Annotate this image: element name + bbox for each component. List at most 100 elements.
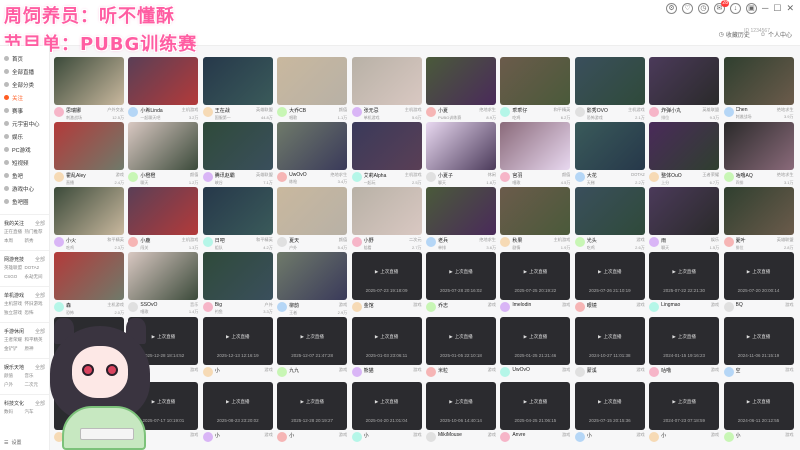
avatar[interactable] [351, 302, 362, 312]
stream-card[interactable]: 王在战 英雄联盟 国服第一 44.8万 [202, 57, 273, 122]
stream-card[interactable]: 老兵 绝地求生 单排 3.6万 [425, 187, 496, 252]
stream-card[interactable]: UwOvO 绝地求生 练枪 3.4万 [277, 122, 348, 187]
avatar[interactable] [649, 237, 660, 247]
stream-thumbnail[interactable]: ▶ 上次直播 2025-07-26 21:10:19 [574, 252, 645, 300]
gift-icon[interactable]: ▣ [745, 3, 757, 14]
streamer-name[interactable]: 米粒 [438, 367, 448, 374]
streamer-name[interactable]: 金馆 [364, 302, 374, 309]
sidebar-group-more[interactable]: 全部 [35, 292, 45, 299]
stream-thumbnail[interactable] [649, 122, 720, 170]
avatar[interactable] [202, 237, 213, 247]
streamer-name[interactable]: 乖乖仔 [512, 107, 527, 114]
avatar[interactable] [202, 432, 213, 442]
sidebar-subitem[interactable]: 怀旧游戏 [25, 301, 46, 307]
avatar[interactable] [649, 367, 660, 377]
stream-thumbnail[interactable]: ▶ 上次直播 2025-12-28 20:19:27 [277, 382, 348, 430]
message-icon[interactable]: ✉ 28 [713, 0, 729, 14]
streamer-name[interactable]: 夏天 [289, 237, 299, 244]
stream-thumbnail[interactable]: ▶ 上次直播 2024-01-15 19:16:23 [649, 317, 720, 365]
streamer-name[interactable]: 小火 [66, 237, 76, 244]
stream-card[interactable]: 腾讯赵霸 英雄联盟 峡谷 7.1万 [202, 122, 273, 187]
stream-card[interactable]: 炸弹小丸 英雄联盟 排位 9.3万 [649, 57, 720, 122]
stream-card[interactable]: ▶ 上次直播 2025-07-23 19:18:09 金馆 游戏 [351, 252, 422, 317]
avatar[interactable] [500, 237, 511, 247]
avatar[interactable] [54, 172, 64, 182]
streamer-name[interactable]: Lingmao [661, 302, 680, 308]
sidebar-group-header[interactable]: 单机游戏 全部 [0, 290, 49, 301]
streamer-name[interactable]: 小 [587, 432, 592, 439]
streamer-name[interactable]: MikiMouse [438, 432, 462, 438]
stream-thumbnail[interactable]: ▶ 上次直播 2025-07-25 20:19:22 [500, 252, 571, 300]
avatar[interactable] [351, 367, 362, 377]
streamer-name[interactable]: 宫羽 [512, 172, 522, 179]
avatar[interactable] [351, 237, 362, 247]
stream-card[interactable]: ▶ 上次直播 2025-01-05 22:10:18 米粒 游戏 [425, 317, 496, 382]
streamer-name[interactable]: 光头 [587, 237, 597, 244]
stream-card[interactable]: ▶ 上次直播 2024-06-11 20:12:55 小 游戏 [723, 382, 794, 447]
streamer-name[interactable]: 影秀OVO [587, 107, 608, 114]
streamer-name[interactable]: 秋果 [512, 237, 522, 244]
avatar[interactable] [351, 107, 362, 117]
streamer-name[interactable]: 小 [289, 432, 294, 439]
sidebar-item[interactable]: 娱乐 [0, 130, 49, 143]
stream-thumbnail[interactable]: ▶ 上次直播 2025-12-13 12:16:19 [202, 317, 273, 365]
sidebar-subitem[interactable]: 颜值 [4, 373, 25, 379]
history-link[interactable]: ◷ 收藏历史 [719, 30, 750, 39]
streamer-name[interactable]: 日吧 [215, 237, 225, 244]
avatar[interactable] [277, 302, 288, 312]
stream-thumbnail[interactable] [500, 57, 571, 105]
stream-thumbnail[interactable] [574, 57, 645, 105]
stream-thumbnail[interactable] [425, 187, 496, 235]
streamer-name[interactable]: 小希Linda [140, 107, 162, 114]
streamer-name[interactable]: 柳韵 [289, 302, 299, 309]
sidebar-subitem[interactable]: 王者荣耀 [4, 337, 25, 343]
stream-thumbnail[interactable]: ▶ 上次直播 2025-04-20 21:01:04 [351, 382, 422, 430]
stream-thumbnail[interactable] [723, 187, 794, 235]
avatar[interactable] [649, 432, 660, 442]
stream-card[interactable]: ▶ 上次直播 2024-01-15 19:16:23 咕噜 游戏 [649, 317, 720, 382]
stream-card[interactable]: Chen 绝地求生 刺激战场 3.9万 [723, 57, 794, 122]
streamer-name[interactable]: BQ [736, 302, 743, 308]
avatar[interactable] [128, 172, 139, 182]
streamer-name[interactable]: UwOvO [289, 172, 307, 178]
avatar[interactable] [425, 432, 436, 442]
avatar[interactable] [277, 107, 288, 117]
sidebar-subitem[interactable]: 新秀 [25, 238, 46, 244]
streamer-name[interactable]: Big [215, 302, 222, 308]
stream-thumbnail[interactable] [54, 57, 124, 105]
stream-thumbnail[interactable] [425, 122, 496, 170]
streamer-name[interactable]: 小夏子 [438, 172, 453, 179]
streamer-name[interactable]: 乔志 [438, 302, 448, 309]
stream-card[interactable]: 秋果 主机游戏 剧情 1.9万 [500, 187, 571, 252]
stream-thumbnail[interactable] [128, 252, 199, 300]
sidebar-subitem[interactable]: 主机游戏 [4, 301, 25, 307]
stream-card[interactable]: ▶ 上次直播 2025-07-15 20:15:36 小 游戏 [574, 382, 645, 447]
streamer-name[interactable]: 艾莉Alpha [364, 172, 387, 179]
stream-thumbnail[interactable] [277, 122, 348, 170]
avatar[interactable] [574, 172, 585, 182]
sidebar-subitem[interactable]: 正在直播 [4, 229, 25, 235]
avatar[interactable] [54, 237, 64, 247]
streamer-name[interactable]: 咕噜AQ [736, 172, 753, 179]
history-icon[interactable]: ◷ [697, 3, 709, 14]
stream-card[interactable]: Big 户外 钓鱼 3.3万 [202, 252, 273, 317]
avatar[interactable] [54, 107, 64, 117]
streamer-name[interactable]: Chen [736, 107, 748, 113]
stream-thumbnail[interactable] [128, 57, 199, 105]
stream-thumbnail[interactable]: ▶ 上次直播 2025-07-20 20:00:14 [723, 252, 794, 300]
stream-thumbnail[interactable]: ▶ 上次直播 2025-01-25 21:21:46 [500, 317, 571, 365]
streamer-name[interactable]: 整体OuO [661, 172, 682, 179]
avatar[interactable] [574, 302, 585, 312]
avatar[interactable] [128, 107, 139, 117]
favorite-icon[interactable]: ♡ [681, 3, 693, 14]
stream-thumbnail[interactable] [500, 122, 571, 170]
stream-thumbnail[interactable]: ▶ 上次直播 2024-06-11 20:12:55 [723, 382, 794, 430]
streamer-name[interactable]: 思瑞娜 [66, 107, 81, 114]
stream-thumbnail[interactable] [128, 187, 199, 235]
stream-card[interactable]: 小火 和平精英 吃鸡 2.3万 [54, 187, 124, 252]
stream-card[interactable]: 大乔CB 颜值 唱歌 1.1万 [277, 57, 348, 122]
streamer-name[interactable]: 小 [736, 432, 741, 439]
stream-thumbnail[interactable]: ▶ 上次直播 2025-07-28 20:16:02 [425, 252, 496, 300]
avatar[interactable] [723, 172, 734, 182]
stream-card[interactable]: ▶ 上次直播 2025-07-26 21:10:19 眼镜 游戏 [574, 252, 645, 317]
